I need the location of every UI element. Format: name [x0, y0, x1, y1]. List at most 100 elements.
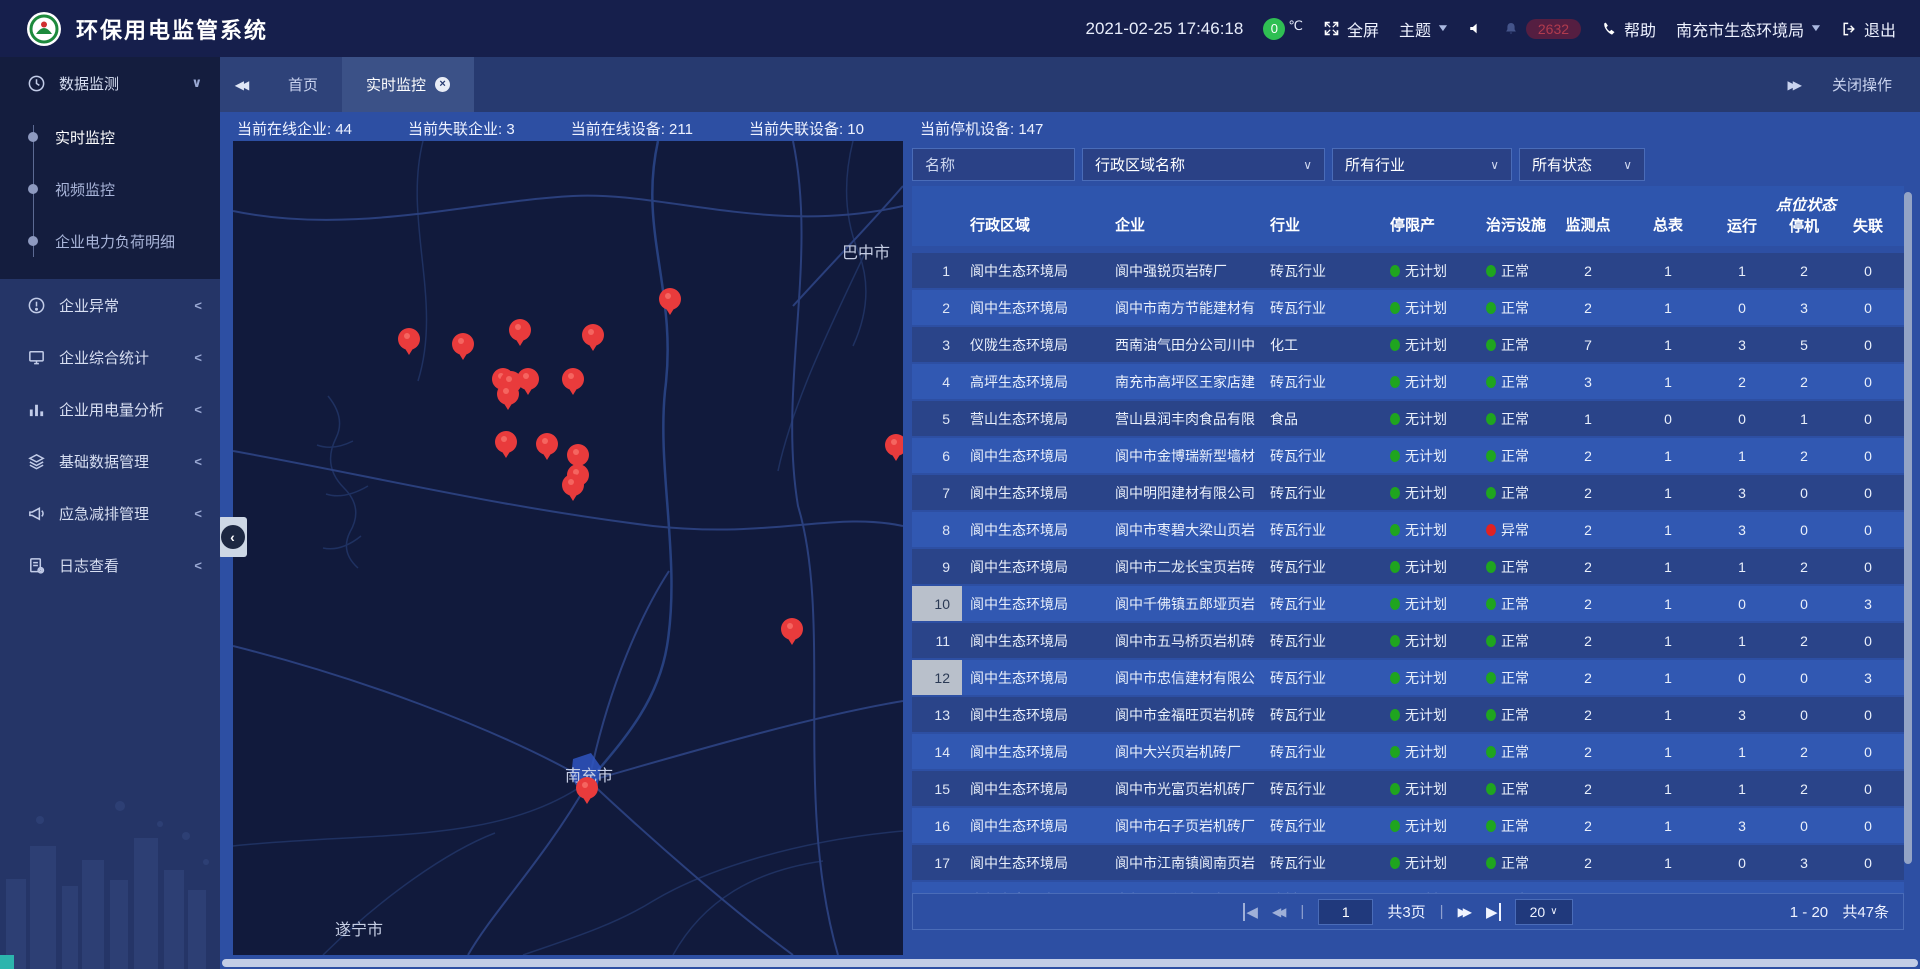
sidebar-item[interactable]: 企业异常< [0, 279, 220, 331]
cell-text: 无计划 [1405, 853, 1447, 873]
sidebar-collapse-button[interactable]: ‹ [218, 517, 247, 557]
table-row[interactable]: 4高坪生态环境局南充市高坪区王家店建砖瓦行业无计划正常31220 [912, 364, 1904, 399]
map-pin-icon[interactable] [517, 368, 539, 390]
map-pin-icon[interactable] [536, 433, 558, 455]
notifications-button[interactable]: 2632 [1503, 19, 1581, 39]
table-row[interactable]: 11阆中生态环境局阆中市五马桥页岩机砖砖瓦行业无计划正常21120 [912, 623, 1904, 658]
sidebar-item[interactable]: 企业综合统计< [0, 331, 220, 383]
name-filter-input[interactable]: 名称 [912, 148, 1075, 181]
table-row[interactable]: 1阆中生态环境局阆中强锐页岩砖厂砖瓦行业无计划正常21120 [912, 253, 1904, 288]
sidebar-item[interactable]: 企业用电量分析< [0, 383, 220, 435]
tabs-container: 首页实时监控× [264, 57, 474, 112]
map-pin-icon[interactable] [659, 288, 681, 310]
cell-running: 3 [1708, 512, 1776, 547]
table-row[interactable]: 10阆中生态环境局阆中千佛镇五郎垭页岩砖瓦行业无计划正常21003 [912, 586, 1904, 621]
pager-divider: | [1440, 903, 1444, 920]
temperature-unit: ℃ [1288, 18, 1303, 34]
help-button[interactable]: 帮助 [1601, 17, 1656, 41]
cell-facility: 正常 [1478, 697, 1548, 732]
table-row[interactable]: 12阆中生态环境局阆中市忠信建材有限公砖瓦行业无计划正常21003 [912, 660, 1904, 695]
cell-text: 阆中市二龙长宝页岩砖 [1115, 557, 1255, 577]
sidebar-section-0: 数据监测∨实时监控视频监控企业电力负荷明细 [0, 57, 220, 279]
close-icon[interactable]: × [435, 77, 450, 92]
page-size-select[interactable]: 20 ∨ [1515, 899, 1573, 925]
cell-text: 2 [1584, 559, 1592, 575]
table-scrollbar[interactable] [1904, 188, 1912, 888]
industry-filter-select[interactable]: 所有行业 ∨ [1332, 148, 1512, 181]
cell-no: 17 [912, 845, 962, 880]
org-menu[interactable]: 南充市生态环境局 ▼ [1676, 17, 1821, 41]
cell-text: 正常 [1501, 779, 1529, 799]
sidebar-subitem[interactable]: 实时监控 [0, 111, 220, 163]
cell-stopped: 2 [1776, 771, 1832, 806]
table-row[interactable]: 17阆中生态环境局阆中市江南镇阆南页岩砖瓦行业无计划正常21030 [912, 845, 1904, 880]
cell-text: 砖瓦行业 [1270, 631, 1326, 651]
tabs-scroll-right-button[interactable]: ▶▶ [1788, 78, 1802, 92]
map-pin-icon[interactable] [576, 777, 598, 799]
tabs-scroll-left-button[interactable]: ◀◀ [220, 57, 264, 112]
map-pin-icon[interactable] [495, 431, 517, 453]
table-row[interactable]: 18南部生态环境局南部县双化水泥有限公建材加工无计划正常60060 [912, 882, 1904, 893]
next-page-button[interactable]: ▶▶ [1458, 905, 1472, 919]
cell-facility: 正常 [1478, 845, 1548, 880]
sidebar-section-6: 日志查看< [0, 539, 220, 591]
sidebar-item[interactable]: 基础数据管理< [0, 435, 220, 487]
sidebar-item[interactable]: 日志查看< [0, 539, 220, 591]
map-pin-icon[interactable] [781, 618, 803, 640]
prev-page-button[interactable]: ◀◀ [1272, 905, 1286, 919]
cell-lost: 0 [1832, 623, 1904, 658]
status-dot-icon [1390, 561, 1400, 573]
map-pin-icon[interactable] [497, 383, 519, 405]
cell-text: 0 [1864, 818, 1872, 834]
mute-button[interactable] [1468, 21, 1483, 36]
table-row[interactable]: 9阆中生态环境局阆中市二龙长宝页岩砖砖瓦行业无计划正常21120 [912, 549, 1904, 584]
cell-text: 6 [942, 448, 950, 464]
table-row[interactable]: 16阆中生态环境局阆中市石子页岩机砖厂砖瓦行业无计划正常21300 [912, 808, 1904, 843]
table-row[interactable]: 2阆中生态环境局阆中市南方节能建材有砖瓦行业无计划正常21030 [912, 290, 1904, 325]
table-row[interactable]: 8阆中生态环境局阆中市枣碧大梁山页岩砖瓦行业无计划异常21300 [912, 512, 1904, 547]
close-operations-button[interactable]: 关闭操作 [1832, 74, 1892, 95]
table-row[interactable]: 13阆中生态环境局阆中市金福旺页岩机砖砖瓦行业无计划正常21300 [912, 697, 1904, 732]
map-pin-icon[interactable] [567, 444, 589, 466]
scrollbar-thumb[interactable] [1904, 192, 1912, 864]
table-row[interactable]: 7阆中生态环境局阆中明阳建材有限公司砖瓦行业无计划正常21300 [912, 475, 1904, 510]
last-page-button[interactable]: ▶ [1486, 903, 1501, 921]
status-filter-select[interactable]: 所有状态 ∨ [1519, 148, 1645, 181]
table-row[interactable]: 6阆中生态环境局阆中市金博瑞新型墙材砖瓦行业无计划正常21120 [912, 438, 1904, 473]
cell-industry: 砖瓦行业 [1262, 771, 1382, 806]
sidebar-item[interactable]: 应急减排管理< [0, 487, 220, 539]
pager-divider: | [1300, 903, 1304, 920]
horizontal-scrollbar[interactable] [222, 959, 1918, 967]
map-pin-icon[interactable] [562, 368, 584, 390]
map-pin-icon[interactable] [562, 474, 584, 496]
cell-running: 0 [1708, 290, 1776, 325]
cell-text: 阆中生态环境局 [970, 631, 1068, 651]
fullscreen-button[interactable]: 全屏 [1323, 17, 1379, 41]
sidebar-item[interactable]: 数据监测∨ [0, 57, 220, 109]
cell-text: 1 [1664, 744, 1672, 760]
map-panel[interactable]: 巴中市南充市遂宁市 [233, 141, 903, 955]
tab-首页[interactable]: 首页 [264, 57, 342, 112]
page-number-input[interactable] [1318, 899, 1373, 925]
table-row[interactable]: 5营山生态环境局营山县润丰肉食品有限食品无计划正常10010 [912, 401, 1904, 436]
tab-实时监控[interactable]: 实时监控× [342, 57, 474, 112]
cell-meters: 1 [1628, 845, 1708, 880]
map-pin-icon[interactable] [452, 333, 474, 355]
table-row[interactable]: 3仪陇生态环境局西南油气田分公司川中化工无计划正常71350 [912, 327, 1904, 362]
sidebar-subitem[interactable]: 视频监控 [0, 163, 220, 215]
temperature-widget: 0 ℃ [1263, 18, 1303, 40]
table-row[interactable]: 14阆中生态环境局阆中大兴页岩机砖厂砖瓦行业无计划正常21120 [912, 734, 1904, 769]
map-pin-icon[interactable] [509, 319, 531, 341]
table-row[interactable]: 15阆中生态环境局阆中市光富页岩机砖厂砖瓦行业无计划正常21120 [912, 771, 1904, 806]
map-pin-icon[interactable] [398, 328, 420, 350]
cell-points: 2 [1548, 549, 1628, 584]
corner-widget[interactable] [0, 955, 14, 969]
logout-button[interactable]: 退出 [1841, 17, 1896, 41]
theme-menu[interactable]: 主题 ▼ [1399, 17, 1448, 41]
first-page-button[interactable]: ◀ [1243, 903, 1258, 921]
cell-text: 0 [1864, 559, 1872, 575]
map-pin-icon[interactable] [582, 324, 604, 346]
map-pin-icon[interactable] [885, 434, 903, 456]
sidebar-subitem[interactable]: 企业电力负荷明细 [0, 215, 220, 267]
region-filter-select[interactable]: 行政区域名称 ∨ [1082, 148, 1325, 181]
